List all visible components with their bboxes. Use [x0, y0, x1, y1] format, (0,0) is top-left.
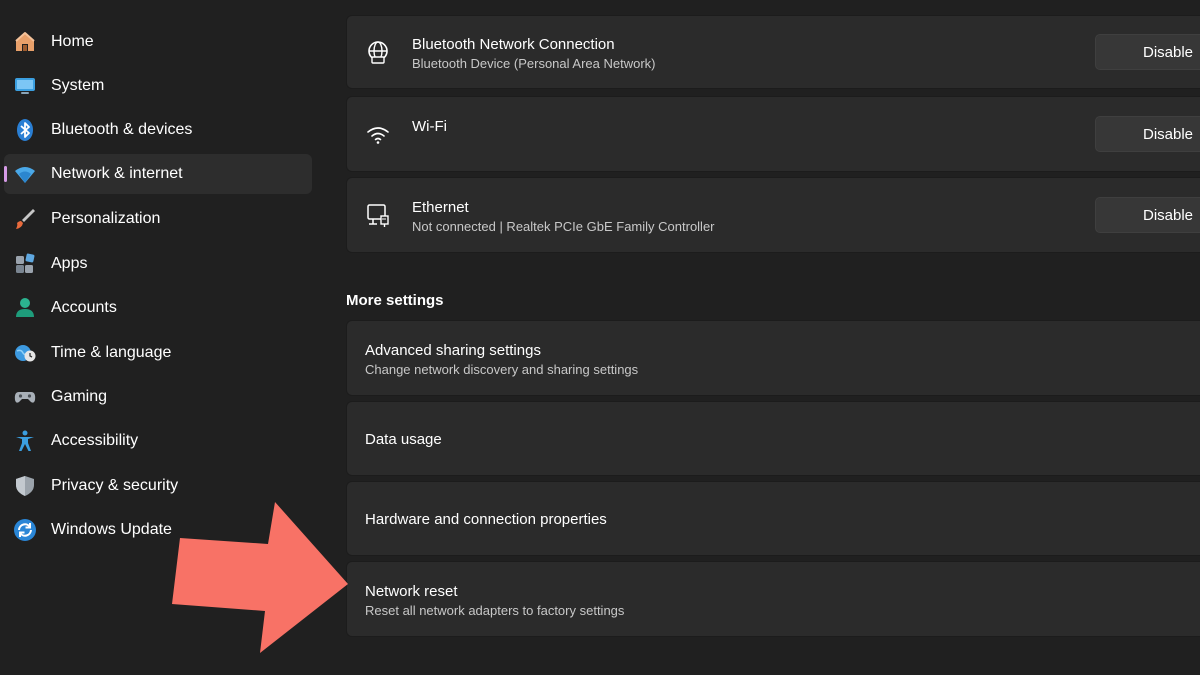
accessibility-icon	[13, 429, 37, 453]
bluetooth-icon	[13, 118, 37, 142]
settings-card-title: Hardware and connection properties	[365, 511, 607, 528]
settings-window: Home System Bluetooth & devices Network …	[0, 0, 1200, 675]
disable-button[interactable]: Disable	[1095, 34, 1200, 70]
settings-card-network-reset[interactable]: Network reset Reset all network adapters…	[346, 561, 1200, 637]
adapter-subtitle: Bluetooth Device (Personal Area Network)	[412, 56, 656, 71]
adapter-title: Ethernet	[412, 199, 469, 216]
sidebar-item-apps[interactable]: Apps	[4, 244, 312, 284]
sidebar-item-privacy[interactable]: Privacy & security	[4, 466, 312, 506]
sidebar-item-label: Accessibility	[51, 432, 139, 449]
adapter-subtitle: Not connected | Realtek PCIe GbE Family …	[412, 219, 715, 234]
sidebar-item-gaming[interactable]: Gaming	[4, 377, 312, 417]
disable-button[interactable]: Disable	[1095, 197, 1200, 233]
main-content: Bluetooth Network Connection Bluetooth D…	[320, 0, 1200, 675]
sidebar-item-label: Bluetooth & devices	[51, 121, 193, 138]
settings-card-hardware-properties[interactable]: Hardware and connection properties	[346, 481, 1200, 556]
adapter-card-ethernet[interactable]: Ethernet Not connected | Realtek PCIe Gb…	[346, 177, 1200, 253]
sidebar-item-accessibility[interactable]: Accessibility	[4, 421, 312, 461]
sidebar-item-time-language[interactable]: Time & language	[4, 333, 312, 373]
globe-clock-icon	[13, 341, 37, 365]
sidebar-item-label: Apps	[51, 255, 88, 272]
sidebar-item-label: Home	[51, 33, 94, 50]
wifi-icon	[365, 122, 391, 148]
sidebar-item-system[interactable]: System	[4, 66, 312, 106]
globe-network-icon	[365, 40, 391, 66]
adapter-card-wifi[interactable]: Wi-Fi Disable	[346, 96, 1200, 172]
sidebar-item-label: Personalization	[51, 210, 161, 227]
settings-card-title: Data usage	[365, 431, 442, 448]
sidebar-item-personalization[interactable]: Personalization	[4, 199, 312, 239]
sidebar-item-label: System	[51, 77, 105, 94]
home-icon	[13, 30, 37, 54]
sidebar-item-label: Privacy & security	[51, 477, 179, 494]
sidebar-item-windows-update[interactable]: Windows Update	[4, 510, 312, 550]
sidebar-item-label: Accounts	[51, 299, 117, 316]
update-icon	[13, 518, 37, 542]
system-monitor-icon	[13, 74, 37, 98]
sidebar-item-accounts[interactable]: Accounts	[4, 288, 312, 328]
sidebar-item-home[interactable]: Home	[4, 22, 312, 62]
more-settings-heading: More settings	[346, 292, 444, 309]
wifi-icon	[13, 162, 37, 186]
shield-icon	[13, 474, 37, 498]
person-icon	[13, 296, 37, 320]
adapter-title: Bluetooth Network Connection	[412, 36, 615, 53]
disable-button[interactable]: Disable	[1095, 116, 1200, 152]
sidebar-item-label: Time & language	[51, 344, 172, 361]
sidebar-item-label: Gaming	[51, 388, 108, 405]
sidebar: Home System Bluetooth & devices Network …	[0, 0, 320, 675]
settings-card-title: Advanced sharing settings	[365, 342, 541, 359]
apps-icon	[13, 252, 37, 276]
settings-card-subtitle: Reset all network adapters to factory se…	[365, 603, 625, 618]
settings-card-data-usage[interactable]: Data usage	[346, 401, 1200, 476]
sidebar-item-label: Windows Update	[51, 521, 172, 538]
paintbrush-icon	[13, 207, 37, 231]
sidebar-item-label: Network & internet	[51, 165, 183, 182]
settings-card-advanced-sharing[interactable]: Advanced sharing settings Change network…	[346, 320, 1200, 396]
settings-card-subtitle: Change network discovery and sharing set…	[365, 362, 639, 377]
ethernet-icon	[365, 202, 391, 228]
gamepad-icon	[13, 385, 37, 409]
sidebar-item-network[interactable]: Network & internet	[4, 154, 312, 194]
settings-card-title: Network reset	[365, 583, 458, 600]
sidebar-item-bluetooth[interactable]: Bluetooth & devices	[4, 110, 312, 150]
adapter-card-bluetooth[interactable]: Bluetooth Network Connection Bluetooth D…	[346, 15, 1200, 89]
adapter-title: Wi-Fi	[412, 118, 447, 135]
